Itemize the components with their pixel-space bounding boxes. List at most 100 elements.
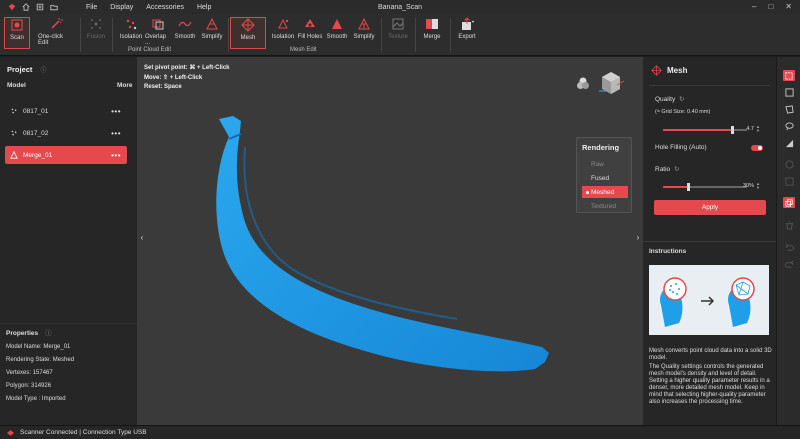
new-project-icon[interactable] bbox=[36, 3, 44, 11]
ratio-value[interactable]: 30% bbox=[740, 183, 754, 191]
property-value: Merge_01 bbox=[43, 344, 71, 350]
quality-reset-icon[interactable]: ↻ bbox=[679, 96, 684, 103]
close-icon[interactable]: ✕ bbox=[785, 2, 792, 11]
home-icon[interactable] bbox=[22, 3, 30, 11]
ratio-stepper[interactable]: ▲ ▼ bbox=[756, 182, 761, 190]
main-toolbar: Scan One-click Edit Fusion Isolation Ove… bbox=[0, 14, 800, 56]
simplify-button[interactable]: Simplify bbox=[199, 17, 225, 49]
quality-stepper[interactable]: ▲ ▼ bbox=[756, 125, 761, 133]
ratio-slider-knob[interactable] bbox=[687, 183, 691, 191]
select-tool-button[interactable] bbox=[783, 70, 795, 81]
properties-heading: Properties ⓘ bbox=[6, 327, 51, 337]
quality-slider-fill bbox=[663, 129, 732, 131]
apply-button[interactable]: Apply bbox=[654, 200, 766, 215]
undo-button[interactable] bbox=[785, 243, 794, 252]
model-more-button[interactable]: ••• bbox=[111, 107, 121, 116]
hole-filling-toggle[interactable] bbox=[751, 145, 763, 151]
point-cloud-icon bbox=[11, 108, 17, 114]
rendering-option-textured[interactable]: Textured bbox=[582, 200, 628, 212]
model-more-button[interactable]: ••• bbox=[111, 129, 121, 138]
title-bar-icons bbox=[0, 3, 74, 11]
point-cloud-to-mesh-illustration bbox=[660, 277, 755, 327]
point-cloud-icon bbox=[11, 130, 17, 136]
invert-select-button[interactable] bbox=[785, 139, 794, 148]
menu-accessories[interactable]: Accessories bbox=[146, 4, 184, 11]
quality-slider-knob[interactable] bbox=[730, 126, 734, 134]
lasso-icon bbox=[785, 122, 794, 131]
magic-wand-icon bbox=[49, 17, 63, 31]
model-name: 0817_02 bbox=[23, 129, 49, 137]
maximize-icon[interactable]: □ bbox=[768, 2, 773, 11]
rendering-option-raw[interactable]: Raw bbox=[582, 158, 628, 170]
menu-help[interactable]: Help bbox=[197, 4, 211, 11]
mesh-isolation-label: Isolation bbox=[271, 34, 295, 40]
lasso-select-button[interactable] bbox=[785, 122, 794, 131]
property-key: Rendering State: bbox=[6, 357, 52, 363]
redo-icon bbox=[785, 260, 794, 268]
merge-label: Merge bbox=[423, 34, 441, 40]
ratio-slider-fill bbox=[663, 186, 689, 188]
rendering-panel: Rendering Raw Fused Meshed Textured bbox=[576, 137, 632, 213]
ratio-reset-icon[interactable]: ↻ bbox=[674, 166, 679, 173]
menu-display[interactable]: Display bbox=[110, 4, 133, 11]
model-item[interactable]: 0817_02 ••• bbox=[5, 124, 127, 142]
mesh-smooth-label: Smooth bbox=[326, 34, 348, 40]
menu-file[interactable]: File bbox=[86, 4, 97, 11]
collapse-left-panel-icon[interactable]: ‹ bbox=[138, 231, 146, 245]
mesh-smooth-button[interactable]: Smooth bbox=[325, 17, 349, 49]
quality-slider[interactable] bbox=[663, 126, 747, 134]
circle-tool-button[interactable] bbox=[785, 160, 794, 169]
view-cube[interactable] bbox=[597, 69, 625, 97]
property-row: Model Name: Merge_01 bbox=[6, 344, 70, 350]
smooth-label: Smooth bbox=[174, 34, 196, 40]
copy-tool-button[interactable] bbox=[783, 197, 795, 208]
circle-icon bbox=[785, 160, 794, 169]
mesh-simplify-button[interactable]: Simplify bbox=[351, 17, 377, 49]
hole-filling-label: Hole Filling (Auto) bbox=[655, 144, 707, 151]
smooth-button[interactable]: Smooth bbox=[173, 17, 197, 49]
quality-label-row: Quality ↻ bbox=[655, 95, 685, 103]
mesh-model-icon bbox=[10, 151, 18, 159]
polygon-icon bbox=[785, 105, 794, 114]
mesh-isolation-icon bbox=[276, 17, 290, 31]
open-folder-icon[interactable] bbox=[50, 3, 58, 11]
scan-label: Scan bbox=[10, 35, 24, 41]
export-button[interactable]: Export bbox=[455, 17, 479, 49]
model-more-button[interactable]: ••• bbox=[111, 151, 121, 160]
fusion-button[interactable]: Fusion bbox=[84, 17, 108, 49]
shading-mode-icon[interactable] bbox=[576, 76, 590, 90]
invert-icon bbox=[785, 139, 794, 148]
mesh-button[interactable]: Mesh bbox=[230, 17, 266, 49]
ratio-slider[interactable] bbox=[663, 183, 747, 191]
model-item[interactable]: 0817_01 ••• bbox=[5, 102, 127, 120]
collapse-right-panel-icon[interactable]: › bbox=[634, 231, 642, 245]
model-item-selected[interactable]: Merge_01 ••• bbox=[5, 146, 127, 164]
mesh-isolation-button[interactable]: Isolation bbox=[270, 17, 296, 49]
polygon-select-button[interactable] bbox=[785, 105, 794, 114]
export-icon bbox=[460, 17, 474, 31]
merge-button[interactable]: Merge bbox=[420, 17, 444, 49]
frame-tool-button[interactable] bbox=[785, 177, 794, 186]
quality-value[interactable]: 4.7 bbox=[740, 126, 754, 134]
rendering-option-fused[interactable]: Fused bbox=[582, 172, 628, 184]
banana-mesh-model[interactable] bbox=[137, 57, 643, 425]
rendering-option-meshed[interactable]: Meshed bbox=[582, 186, 628, 198]
fill-holes-button[interactable]: Fill Holes bbox=[297, 17, 323, 49]
rectangle-select-button[interactable] bbox=[785, 88, 794, 97]
isolation-button[interactable]: Isolation bbox=[118, 17, 144, 49]
project-info-icon[interactable]: ⓘ bbox=[41, 68, 47, 74]
redo-button[interactable] bbox=[785, 260, 794, 269]
fill-holes-label: Fill Holes bbox=[297, 34, 323, 40]
minimize-icon[interactable]: – bbox=[752, 2, 756, 11]
isolation-icon bbox=[124, 17, 138, 31]
mesh-edit-group-label: Mesh Edit bbox=[290, 47, 317, 53]
fill-holes-icon bbox=[303, 17, 317, 31]
one-click-edit-button[interactable]: One-click Edit bbox=[38, 17, 74, 49]
property-key: Model Type : bbox=[6, 396, 41, 402]
3d-viewport[interactable]: Set pivot point: ⌘ + Left-Click Move: ⇧ … bbox=[137, 57, 643, 425]
texture-button[interactable]: Texture bbox=[385, 17, 411, 49]
properties-info-icon[interactable]: ⓘ bbox=[45, 330, 52, 337]
overlap-button[interactable]: Overlap ... bbox=[145, 17, 171, 49]
delete-button[interactable] bbox=[785, 221, 794, 230]
scan-button[interactable]: Scan bbox=[4, 17, 30, 49]
